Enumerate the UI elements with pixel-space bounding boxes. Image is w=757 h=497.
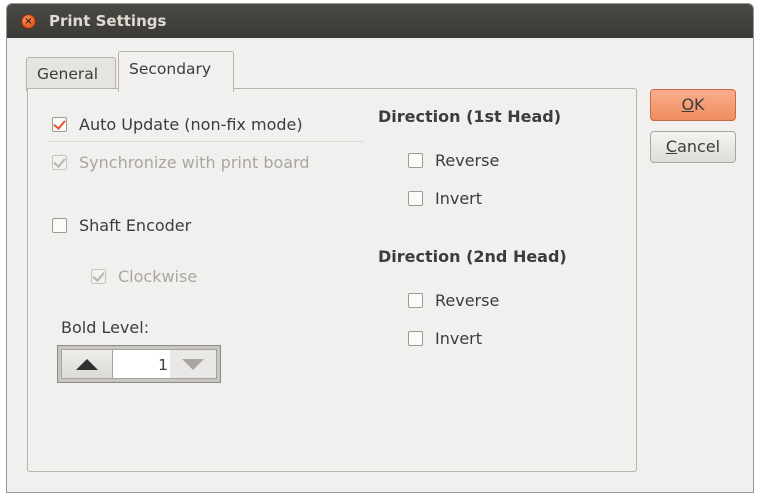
checkbox-checked-icon[interactable]	[52, 117, 67, 132]
head2-reverse-checkbox[interactable]: Reverse	[408, 291, 499, 310]
head1-reverse-label: Reverse	[435, 151, 500, 170]
checkbox-unchecked-icon[interactable]	[52, 218, 67, 233]
head2-invert-checkbox[interactable]: Invert	[408, 329, 482, 348]
checkbox-unchecked-icon[interactable]	[408, 191, 423, 206]
divider	[48, 141, 363, 142]
spinner-up-button[interactable]	[62, 350, 113, 378]
head1-invert-checkbox[interactable]: Invert	[408, 189, 482, 208]
bold-level-spinner[interactable]: 1	[57, 345, 221, 383]
ok-button[interactable]: OK	[650, 89, 736, 121]
shaft-encoder-checkbox[interactable]: Shaft Encoder	[52, 216, 191, 235]
checkbox-checked-icon[interactable]	[52, 155, 67, 170]
spinner-down-button[interactable]	[170, 350, 216, 378]
head1-reverse-checkbox[interactable]: Reverse	[408, 151, 499, 170]
clockwise-label: Clockwise	[118, 267, 198, 286]
checkbox-unchecked-icon[interactable]	[408, 293, 423, 308]
arrow-up-icon	[76, 358, 98, 370]
clockwise-checkbox[interactable]: Clockwise	[91, 267, 197, 286]
synchronize-checkbox[interactable]: Synchronize with print board	[52, 153, 310, 172]
checkbox-checked-icon[interactable]	[91, 269, 106, 284]
head2-invert-label: Invert	[435, 329, 483, 348]
title-bar: × Print Settings	[7, 4, 753, 38]
window-title: Print Settings	[49, 12, 167, 30]
head2-reverse-label: Reverse	[435, 291, 500, 310]
tab-general[interactable]: General	[26, 57, 116, 91]
synchronize-label: Synchronize with print board	[79, 153, 310, 172]
spinner-field: 1	[61, 349, 217, 379]
arrow-down-icon	[182, 358, 204, 370]
cancel-label-rest: ancel	[677, 137, 721, 156]
bold-level-value[interactable]: 1	[114, 356, 168, 374]
checkbox-unchecked-icon[interactable]	[408, 331, 423, 346]
checkbox-unchecked-icon[interactable]	[408, 153, 423, 168]
cancel-button[interactable]: Cancel	[650, 131, 736, 163]
ok-label-rest: K	[694, 95, 705, 114]
close-icon: ×	[24, 16, 33, 27]
ok-mnemonic: O	[681, 95, 695, 114]
tab-secondary[interactable]: Secondary	[118, 51, 234, 92]
direction-2nd-head-heading: Direction (2nd Head)	[378, 247, 567, 266]
auto-update-label: Auto Update (non-fix mode)	[79, 115, 303, 134]
cancel-mnemonic: C	[665, 137, 678, 156]
direction-1st-head-heading: Direction (1st Head)	[378, 107, 562, 126]
bold-level-label: Bold Level:	[61, 318, 150, 337]
close-button[interactable]: ×	[21, 14, 36, 29]
shaft-encoder-label: Shaft Encoder	[79, 216, 192, 235]
auto-update-checkbox[interactable]: Auto Update (non-fix mode)	[52, 115, 303, 134]
head1-invert-label: Invert	[435, 189, 483, 208]
